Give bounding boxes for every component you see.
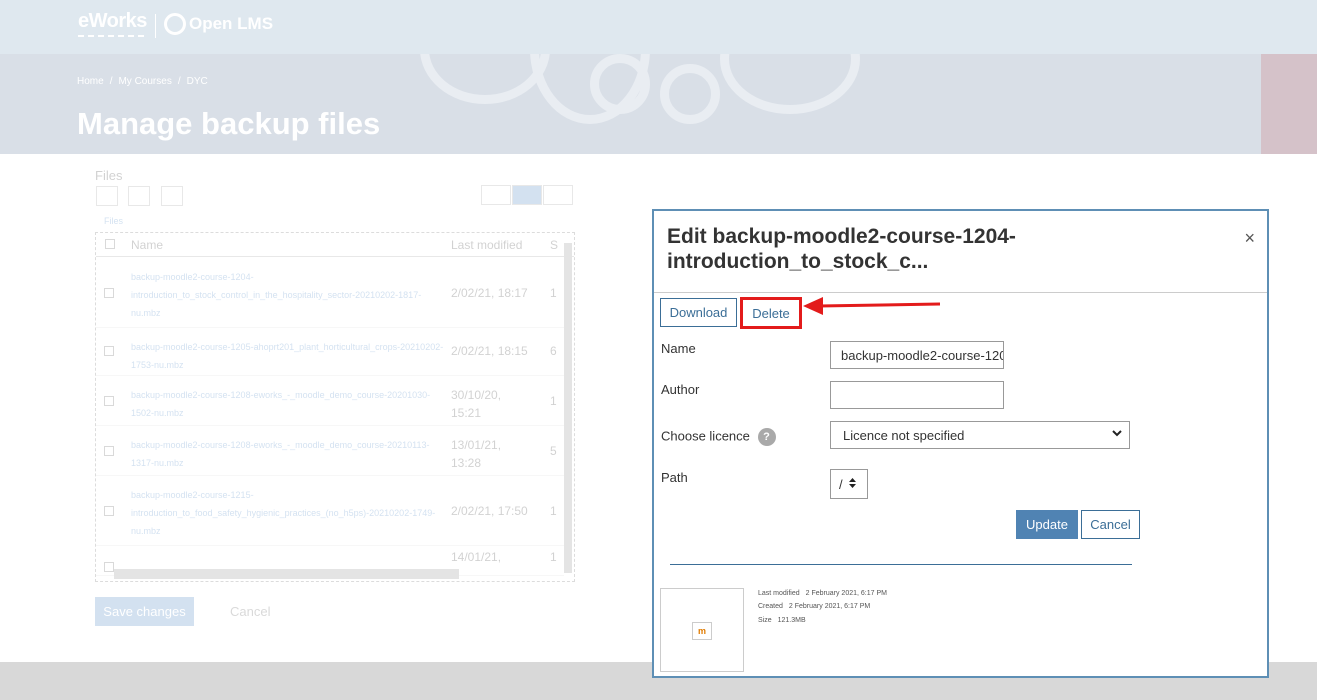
dialog-header-divider xyxy=(654,292,1267,293)
file-size: 1 xyxy=(550,504,557,518)
licence-selected-value: Licence not specified xyxy=(843,428,965,443)
close-icon[interactable]: × xyxy=(1244,228,1255,249)
file-list-header: Name Last modified S xyxy=(96,233,574,257)
file-modified: 30/10/20, 15:21 xyxy=(451,388,502,420)
file-manager-background: Files Files Name Last modified S backup-… xyxy=(0,154,640,662)
dialog-title: Edit backup-moodle2-course-1204-introduc… xyxy=(667,225,1016,273)
file-size: 1 xyxy=(550,286,557,300)
top-navbar: eWorks Open LMS xyxy=(0,0,1317,54)
cancel-link[interactable]: Cancel xyxy=(230,604,270,619)
decorative-swirl xyxy=(590,54,650,114)
file-row[interactable]: backup-moodle2-course-1208-eworks_-_mood… xyxy=(96,376,564,426)
file-modified: 2/02/21, 18:17 xyxy=(451,286,528,300)
edit-file-dialog: Edit backup-moodle2-course-1204-introduc… xyxy=(652,209,1269,678)
file-list: Name Last modified S backup-moodle2-cour… xyxy=(95,232,575,582)
file-row[interactable]: backup-moodle2-course-1215-introduction_… xyxy=(96,476,564,546)
file-preview: m xyxy=(660,588,744,672)
breadcrumb: Home / My Courses / DYC xyxy=(77,76,208,87)
modified-value: 2 February 2021, 6:17 PM xyxy=(805,590,887,597)
save-changes-button[interactable]: Save changes xyxy=(95,597,194,626)
download-button[interactable]: Download xyxy=(660,298,737,327)
file-row[interactable]: backup-moodle2-course-1204-introduction_… xyxy=(96,258,564,328)
row-checkbox[interactable] xyxy=(104,346,114,356)
column-last-modified[interactable]: Last modified xyxy=(451,238,522,252)
openlms-logo[interactable]: Open LMS xyxy=(164,13,273,35)
file-name[interactable]: backup-moodle2-course-1204-introduction_… xyxy=(131,268,446,322)
file-row[interactable]: backup-moodle2-course-1208-eworks_-_mood… xyxy=(96,426,564,476)
name-label: Name xyxy=(661,341,696,356)
file-modified: 13/01/21, 13:28 xyxy=(451,438,502,470)
view-tree-button[interactable] xyxy=(543,185,573,205)
logo-divider xyxy=(155,14,156,38)
path-label: Path xyxy=(661,470,688,485)
view-details-button[interactable] xyxy=(512,185,542,205)
decorative-swirl xyxy=(660,64,720,124)
add-file-button[interactable] xyxy=(96,186,118,206)
delete-files-button[interactable] xyxy=(161,186,183,206)
file-modified: 2/02/21, 18:15 xyxy=(451,344,528,358)
annotation-arrow-icon xyxy=(803,297,941,315)
breadcrumb-home[interactable]: Home xyxy=(77,76,104,87)
decorative-swirl xyxy=(720,54,860,114)
author-field[interactable] xyxy=(830,381,1004,409)
moodle-backup-file-icon: m xyxy=(692,622,712,640)
folder-path[interactable]: Files xyxy=(104,216,123,226)
licence-label-row: Choose licence ? xyxy=(661,428,776,446)
breadcrumb-my-courses[interactable]: My Courses xyxy=(118,76,171,87)
breadcrumb-separator: / xyxy=(177,76,181,87)
openlms-logo-text: Open LMS xyxy=(189,14,274,33)
breadcrumb-course[interactable]: DYC xyxy=(187,76,208,87)
updown-icon xyxy=(848,477,856,491)
row-checkbox[interactable] xyxy=(104,396,114,406)
openlms-ring-icon xyxy=(164,13,186,35)
file-name[interactable]: backup-moodle2-course-1208-eworks_-_mood… xyxy=(131,386,446,422)
file-name[interactable]: backup-moodle2-course-1208-eworks_-_mood… xyxy=(131,436,446,472)
breadcrumb-separator: / xyxy=(109,76,113,87)
name-field[interactable]: backup-moodle2-course-1204-introduction_… xyxy=(830,341,1004,369)
vertical-scrollbar[interactable] xyxy=(564,243,572,573)
delete-highlight-box xyxy=(740,297,802,329)
view-icons-button[interactable] xyxy=(481,185,511,205)
update-button[interactable]: Update xyxy=(1016,510,1078,539)
row-checkbox[interactable] xyxy=(104,562,114,572)
created-label: Created xyxy=(758,603,783,610)
page-title: Manage backup files xyxy=(77,106,381,141)
author-label: Author xyxy=(661,382,700,397)
size-value: 121.3MB xyxy=(777,617,806,624)
column-size[interactable]: S xyxy=(550,238,558,252)
file-meta-modified: Last modified 2 February 2021, 6:17 PM xyxy=(758,590,893,597)
banner-image-edge xyxy=(1261,54,1317,154)
horizontal-scrollbar[interactable] xyxy=(114,569,459,579)
file-name[interactable]: backup-moodle2-course-1215-introduction_… xyxy=(131,486,446,540)
row-checkbox[interactable] xyxy=(104,446,114,456)
help-icon[interactable]: ? xyxy=(757,428,776,446)
file-meta-size: Size 121.3MB xyxy=(758,617,812,624)
file-size: 1 xyxy=(550,394,557,408)
file-row[interactable]: backup-moodle2-course-1205-ahoprt201_pla… xyxy=(96,328,564,376)
create-folder-button[interactable] xyxy=(128,186,150,206)
licence-label: Choose licence xyxy=(661,428,750,444)
file-modified: 2/02/21, 17:50 xyxy=(451,504,528,518)
file-size: 6 xyxy=(550,344,557,358)
path-select[interactable]: / xyxy=(830,469,868,499)
file-size: 5 xyxy=(550,444,557,458)
created-value: 2 February 2021, 6:17 PM xyxy=(788,603,871,610)
dialog-divider xyxy=(670,564,1132,565)
size-label: Size xyxy=(758,617,772,624)
eworks-logo[interactable]: eWorks xyxy=(78,10,147,37)
chevron-down-icon xyxy=(1111,427,1123,442)
row-checkbox[interactable] xyxy=(104,506,114,516)
modified-label: Last modified xyxy=(758,590,800,597)
cancel-button[interactable]: Cancel xyxy=(1081,510,1140,539)
column-name[interactable]: Name xyxy=(131,238,163,252)
file-name[interactable]: backup-moodle2-course-1205-ahoprt201_pla… xyxy=(131,338,446,374)
files-label: Files xyxy=(95,168,123,183)
file-modified: 14/01/21, xyxy=(451,550,502,564)
file-size: 1 xyxy=(550,550,557,564)
path-value: / xyxy=(839,477,843,492)
select-all-checkbox[interactable] xyxy=(105,239,115,249)
licence-select[interactable]: Licence not specified xyxy=(830,421,1130,449)
file-meta-created: Created 2 February 2021, 6:17 PM xyxy=(758,603,876,610)
row-checkbox[interactable] xyxy=(104,288,114,298)
